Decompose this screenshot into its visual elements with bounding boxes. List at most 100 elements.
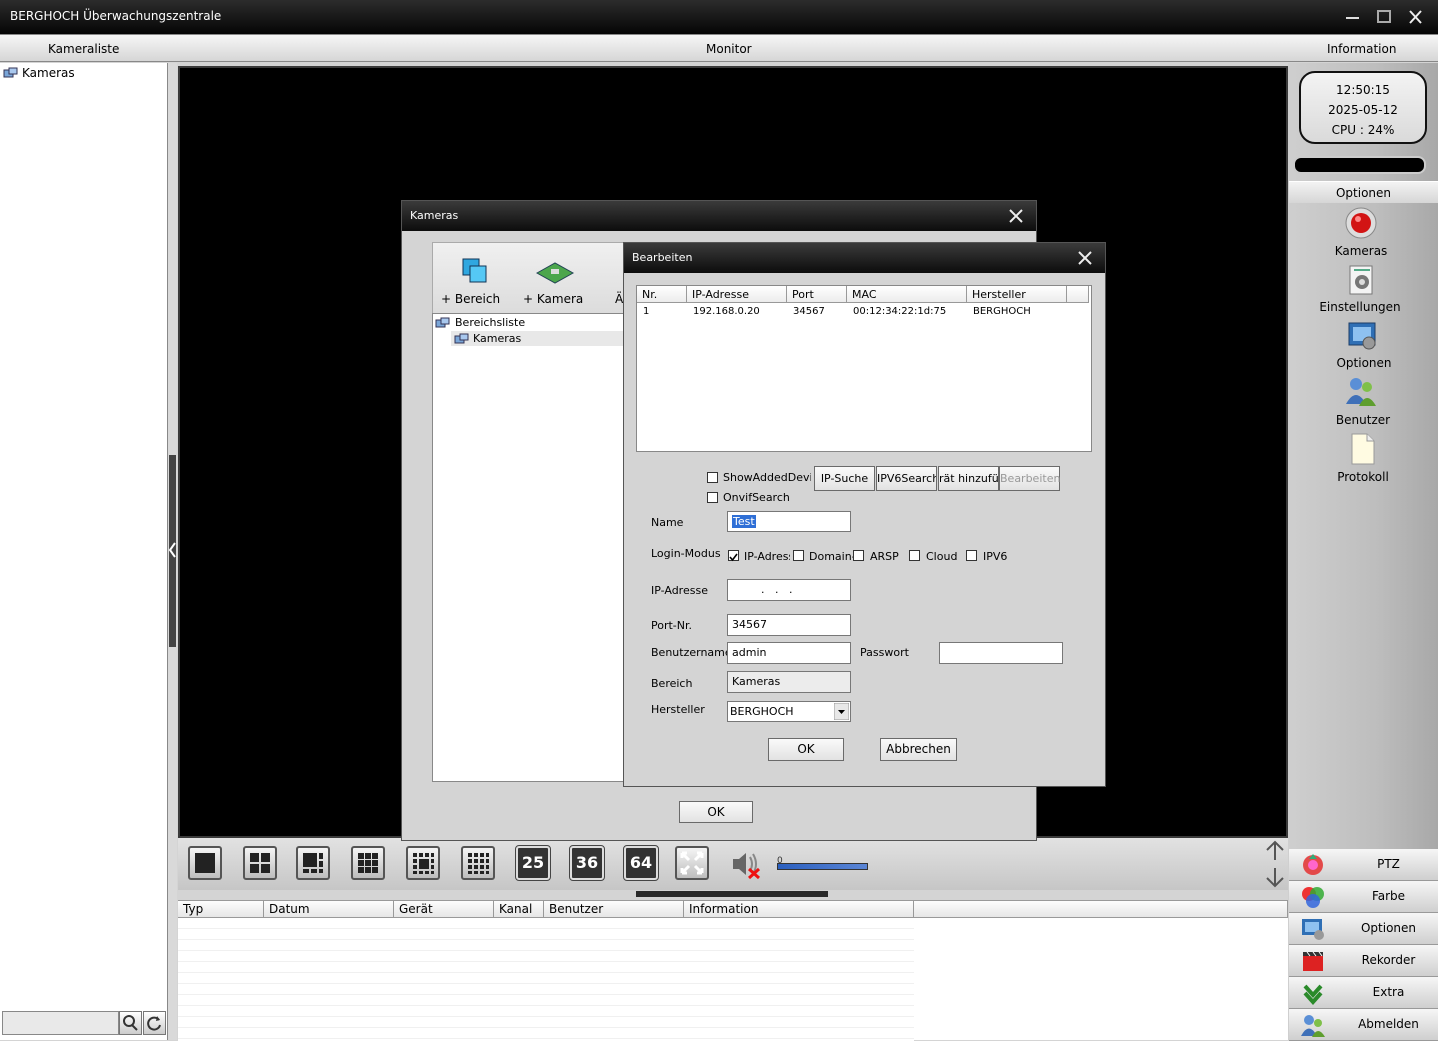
settings-icon[interactable]: [1344, 262, 1380, 298]
add-area-icon[interactable]: [461, 257, 489, 285]
log-col-user[interactable]: Benutzer: [544, 901, 684, 918]
row-ip[interactable]: 192.168.0.20: [693, 306, 760, 317]
fullscreen-icon: [680, 851, 704, 875]
options-icon[interactable]: [1345, 318, 1381, 354]
camera-search-input[interactable]: [2, 1011, 119, 1035]
ipv6-search-button[interactable]: IPV6Search: [876, 466, 937, 491]
mute-icon[interactable]: [729, 848, 763, 880]
add-camera-button[interactable]: + Kamera: [523, 292, 583, 306]
layout-6-button[interactable]: [296, 846, 330, 880]
ip-address-field[interactable]: . . .: [727, 579, 851, 601]
menu-camera-list[interactable]: Kameraliste: [48, 42, 119, 56]
log-col-type[interactable]: Typ: [178, 901, 264, 918]
search-button[interactable]: [119, 1011, 142, 1035]
row-nr[interactable]: 1: [643, 306, 649, 317]
add-device-button[interactable]: rät hinzufüg: [938, 466, 999, 491]
show-added-checkbox[interactable]: [707, 472, 718, 483]
row-mac[interactable]: 00:12:34:22:1d:75: [853, 306, 946, 317]
recorder-label: Rekorder: [1361, 953, 1416, 967]
right-item-options[interactable]: Optionen: [1289, 356, 1438, 370]
scroll-up-icon[interactable]: [1263, 840, 1287, 862]
col-port[interactable]: Port: [787, 286, 847, 303]
layout-16-button[interactable]: [461, 846, 495, 880]
col-nr[interactable]: Nr.: [637, 286, 687, 303]
scroll-down-icon[interactable]: [1263, 866, 1287, 888]
login-ip-checkbox[interactable]: [728, 550, 739, 562]
login-arsp-checkbox[interactable]: [853, 550, 864, 561]
layout-25-button[interactable]: 25: [515, 845, 551, 881]
layout-64-button[interactable]: 64: [623, 845, 659, 881]
log-panel-grip[interactable]: [636, 891, 828, 897]
layout-9-button[interactable]: [351, 846, 385, 880]
ptz-button[interactable]: PTZ: [1289, 849, 1438, 881]
password-field[interactable]: [939, 642, 1063, 664]
extra-button[interactable]: Extra: [1289, 977, 1438, 1009]
layout-36-button[interactable]: 36: [569, 845, 605, 881]
login-domain-checkbox[interactable]: [793, 550, 804, 561]
log-col-device[interactable]: Gerät: [394, 901, 494, 918]
cameras-ok-button[interactable]: OK: [679, 801, 753, 823]
menu-information[interactable]: Information: [1327, 42, 1396, 56]
vendor-select-value: BERGHOCH: [730, 705, 794, 718]
login-cloud-checkbox[interactable]: [909, 550, 920, 561]
refresh-button[interactable]: [143, 1011, 166, 1035]
log-col-information[interactable]: Information: [684, 901, 914, 918]
close-icon[interactable]: [1405, 8, 1427, 26]
right-item-users[interactable]: Benutzer: [1288, 413, 1438, 427]
name-field[interactable]: Test: [727, 511, 851, 532]
name-value: Test: [732, 515, 756, 528]
device-search-table: Nr. IP-Adresse Port MAC Hersteller 1 192…: [636, 285, 1092, 452]
right-item-log[interactable]: Protokoll: [1288, 470, 1438, 484]
row-vendor[interactable]: BERGHOCH: [973, 306, 1031, 317]
collapse-arrow-icon[interactable]: [168, 541, 177, 559]
col-ip[interactable]: IP-Adresse: [687, 286, 787, 303]
log-icon[interactable]: [1345, 431, 1381, 467]
col-mac[interactable]: MAC: [847, 286, 967, 303]
port-field[interactable]: 34567: [727, 614, 851, 636]
fullscreen-button[interactable]: [675, 846, 709, 880]
logout-button[interactable]: Abmelden: [1289, 1009, 1438, 1041]
username-field[interactable]: admin: [727, 642, 851, 664]
layout-1-button[interactable]: [188, 846, 222, 880]
vendor-select[interactable]: BERGHOCH: [727, 701, 851, 722]
options-header: Optionen: [1289, 181, 1438, 203]
add-camera-icon[interactable]: [533, 259, 577, 285]
chevron-down-icon[interactable]: [834, 703, 849, 720]
layout-13-button[interactable]: [406, 846, 440, 880]
panel-splitter[interactable]: [168, 63, 177, 1040]
layout-4-button[interactable]: [243, 846, 277, 880]
edit-ok-button[interactable]: OK: [768, 738, 844, 761]
ip-search-button[interactable]: IP-Suche: [814, 466, 875, 491]
row-port[interactable]: 34567: [793, 306, 825, 317]
camera-record-icon[interactable]: [1343, 205, 1379, 241]
log-col-date[interactable]: Datum: [264, 901, 394, 918]
edit-dialog-titlebar: Bearbeiten: [624, 243, 1105, 273]
menu-monitor[interactable]: Monitor: [706, 42, 752, 56]
close-icon[interactable]: [1077, 250, 1093, 266]
close-icon[interactable]: [1008, 208, 1024, 224]
onvif-checkbox[interactable]: [707, 492, 718, 503]
right-item-settings[interactable]: Einstellungen: [1285, 300, 1435, 314]
camera-group-icon: [454, 333, 469, 344]
volume-slider[interactable]: 0: [777, 856, 869, 873]
recorder-button[interactable]: Rekorder: [1289, 945, 1438, 977]
col-vendor[interactable]: Hersteller: [967, 286, 1067, 303]
login-ipv6-label: IPV6: [983, 550, 1008, 563]
tree-cameras[interactable]: Kameras: [473, 332, 521, 345]
tree-area-list[interactable]: Bereichsliste: [455, 316, 525, 329]
menu-bar: Kameraliste Monitor Information: [0, 34, 1438, 62]
edit-cancel-button[interactable]: Abbrechen: [880, 738, 957, 761]
cameras-dialog-title: Kameras: [410, 209, 459, 222]
login-ipv6-checkbox[interactable]: [966, 550, 977, 561]
tree-root-label[interactable]: Kameras: [22, 66, 75, 80]
login-arsp-label: ARSP: [870, 550, 899, 563]
color-button[interactable]: Farbe: [1289, 881, 1438, 913]
third-tool-button[interactable]: Ä: [615, 292, 623, 306]
log-col-channel[interactable]: Kanal: [494, 901, 544, 918]
add-area-button[interactable]: + Bereich: [441, 292, 500, 306]
maximize-icon[interactable]: [1373, 8, 1395, 26]
users-icon[interactable]: [1343, 374, 1379, 410]
right-item-cameras[interactable]: Kameras: [1286, 244, 1436, 258]
options-bottom-button[interactable]: Optionen: [1289, 913, 1438, 945]
minimize-icon[interactable]: [1342, 8, 1364, 26]
